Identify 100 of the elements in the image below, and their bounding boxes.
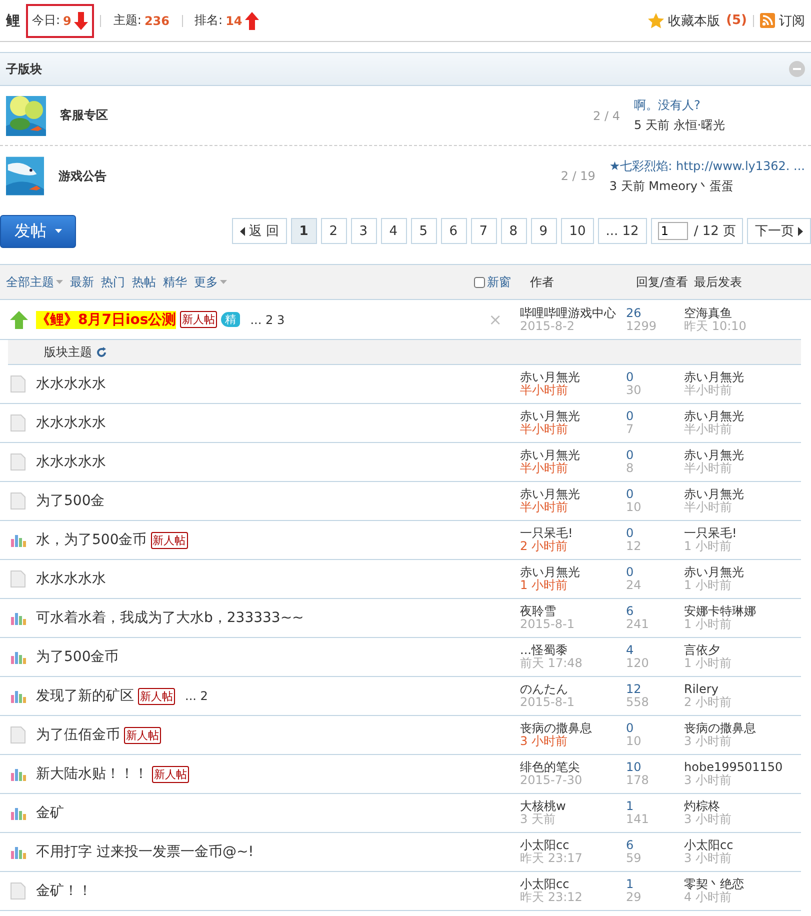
last-poster[interactable]: 赤い月無光 bbox=[684, 371, 794, 384]
document-icon bbox=[10, 882, 26, 900]
reply-count[interactable]: 6 bbox=[626, 605, 684, 618]
thread-title[interactable]: 为了500金币 bbox=[36, 648, 119, 666]
last-poster[interactable]: 赤い月無光 bbox=[684, 449, 794, 462]
thread-title[interactable]: 发现了新的矿区 bbox=[36, 687, 134, 705]
thread-title[interactable]: 新大陆水贴！！！ bbox=[36, 765, 148, 783]
reply-count[interactable]: 4 bbox=[626, 644, 684, 657]
page-input[interactable]: 1 bbox=[658, 222, 688, 240]
post-button[interactable]: 发帖 bbox=[0, 214, 76, 248]
author-name[interactable]: 赤い月無光 bbox=[520, 449, 626, 462]
last-poster[interactable]: 言依夕 bbox=[684, 644, 794, 657]
last-poster[interactable]: 赤い月無光 bbox=[684, 488, 794, 501]
page-button[interactable]: ... 12 bbox=[598, 218, 647, 244]
last-poster[interactable]: 赤い月無光 bbox=[684, 410, 794, 423]
reply-count[interactable]: 0 bbox=[626, 410, 684, 423]
thread-title[interactable]: 金矿！！ bbox=[36, 882, 92, 900]
filter-link[interactable]: 最新 bbox=[70, 274, 94, 290]
last-poster[interactable]: 零契丶绝恋 bbox=[684, 878, 794, 891]
reply-count[interactable]: 0 bbox=[626, 722, 684, 735]
page-button[interactable]: 5 bbox=[411, 218, 438, 244]
reply-count[interactable]: 12 bbox=[626, 683, 684, 696]
author-name[interactable]: 赤い月無光 bbox=[520, 488, 626, 501]
page-button[interactable]: 10 bbox=[561, 218, 594, 244]
thread-title[interactable]: 水水水水水 bbox=[36, 414, 106, 432]
reply-count[interactable]: 0 bbox=[626, 449, 684, 462]
thread-title[interactable]: 水水水水水 bbox=[36, 570, 106, 588]
last-poster[interactable]: 空海真鱼 bbox=[684, 306, 784, 320]
favorite-link[interactable]: 收藏本版 bbox=[648, 12, 720, 30]
author-name[interactable]: 赤い月無光 bbox=[520, 566, 626, 579]
filter-link[interactable]: 热门 bbox=[101, 274, 125, 290]
subscribe-link[interactable]: 订阅 bbox=[760, 12, 805, 30]
page-links[interactable]: ... 2 bbox=[185, 689, 208, 703]
page-button[interactable]: 8 bbox=[501, 218, 528, 244]
last-post-link[interactable]: 啊。没有人? bbox=[634, 97, 726, 114]
author-name[interactable]: 一只呆毛! bbox=[520, 527, 626, 540]
reply-count[interactable]: 1 bbox=[626, 800, 684, 813]
thread-title[interactable]: 不用打字 过来投一发票一金币@~! bbox=[36, 843, 254, 861]
author-name[interactable]: ...怪蜀黍 bbox=[520, 644, 626, 657]
page-button[interactable]: 9 bbox=[531, 218, 558, 244]
last-post-time: 1 小时前 bbox=[684, 540, 732, 553]
new-window-checkbox[interactable] bbox=[474, 276, 485, 288]
last-post-time: 2 小时前 bbox=[684, 696, 732, 709]
last-poster[interactable]: 一只呆毛! bbox=[684, 527, 794, 540]
post-date: 2015-8-2 bbox=[520, 320, 576, 332]
author-name[interactable]: 丧病の撒鼻息 bbox=[520, 722, 626, 735]
thread-title[interactable]: 水，为了500金币 bbox=[36, 531, 147, 549]
reply-count[interactable]: 0 bbox=[626, 371, 684, 384]
author-name[interactable]: 夜聆雪 bbox=[520, 605, 626, 618]
reply-count[interactable]: 0 bbox=[626, 566, 684, 579]
page-button[interactable]: 7 bbox=[471, 218, 498, 244]
page-button[interactable]: 2 bbox=[321, 218, 348, 244]
thread-title[interactable]: 为了伍佰金币 bbox=[36, 726, 120, 744]
author-name[interactable]: 赤い月無光 bbox=[520, 371, 626, 384]
author-name[interactable]: 大核桃w bbox=[520, 800, 626, 813]
last-poster[interactable]: 赤い月無光 bbox=[684, 566, 794, 579]
last-post-link[interactable]: ★七彩烈焰: http://www.ly1362. ... bbox=[609, 158, 805, 174]
thread-title[interactable]: 水水水水水 bbox=[36, 375, 106, 393]
last-poster[interactable]: 安娜卡特琳娜 bbox=[684, 605, 794, 618]
filter-link[interactable]: 全部主题 bbox=[6, 274, 63, 290]
last-poster[interactable]: 丧病の撒鼻息 bbox=[684, 722, 794, 735]
author-name[interactable]: 绯色的笔尖 bbox=[520, 761, 626, 774]
subforum-name[interactable]: 客服专区 bbox=[60, 107, 540, 124]
last-poster[interactable]: 小太阳cc bbox=[684, 839, 794, 852]
page-button[interactable]: 1 bbox=[291, 218, 318, 244]
reply-count[interactable]: 10 bbox=[626, 761, 684, 774]
page-button[interactable]: 4 bbox=[381, 218, 408, 244]
thread-title[interactable]: 金矿 bbox=[36, 804, 64, 822]
subforum-name[interactable]: 游戏公告 bbox=[58, 168, 519, 184]
reply-count[interactable]: 6 bbox=[626, 839, 684, 852]
last-post-time: 3 小时前 bbox=[684, 774, 732, 787]
author-name[interactable]: 小太阳cc bbox=[520, 878, 626, 891]
author-name[interactable]: 小太阳cc bbox=[520, 839, 626, 852]
thread-title[interactable]: 《鲤》8月7日ios公测 bbox=[36, 310, 176, 328]
thread-title[interactable]: 水水水水水 bbox=[36, 453, 106, 471]
filter-link[interactable]: 更多 bbox=[194, 274, 227, 290]
thread-title[interactable]: 可水着水着，我成为了大水b，233333~~ bbox=[36, 609, 304, 627]
page-jump[interactable]: 1 / 12 页 bbox=[650, 218, 743, 244]
last-poster[interactable]: hobe199501150 bbox=[684, 761, 794, 774]
reply-count[interactable]: 1 bbox=[626, 878, 684, 891]
reply-count[interactable]: 0 bbox=[626, 488, 684, 501]
last-poster[interactable]: Rilery bbox=[684, 683, 794, 696]
caret-icon bbox=[798, 226, 803, 236]
view-count: 12 bbox=[626, 540, 642, 553]
reply-count[interactable]: 0 bbox=[626, 527, 684, 540]
filter-link[interactable]: 精华 bbox=[163, 274, 187, 290]
author-name[interactable]: のんたん bbox=[520, 683, 626, 696]
next-page-button[interactable]: 下一页 bbox=[747, 218, 811, 244]
reply-count[interactable]: 26 bbox=[626, 306, 684, 320]
refresh-icon[interactable] bbox=[96, 346, 107, 358]
thread-title[interactable]: 为了500金 bbox=[36, 492, 105, 510]
back-button[interactable]: 返 回 bbox=[232, 218, 288, 244]
view-count: 10 bbox=[626, 501, 642, 514]
filter-link[interactable]: 热帖 bbox=[132, 274, 156, 290]
author-name[interactable]: 哔哩哔哩游戏中心 bbox=[520, 306, 626, 320]
page-links[interactable]: ... 2 3 bbox=[250, 312, 285, 326]
page-button[interactable]: 6 bbox=[441, 218, 468, 244]
page-button[interactable]: 3 bbox=[351, 218, 378, 244]
author-name[interactable]: 赤い月無光 bbox=[520, 410, 626, 423]
last-poster[interactable]: 灼棕柊 bbox=[684, 800, 794, 813]
